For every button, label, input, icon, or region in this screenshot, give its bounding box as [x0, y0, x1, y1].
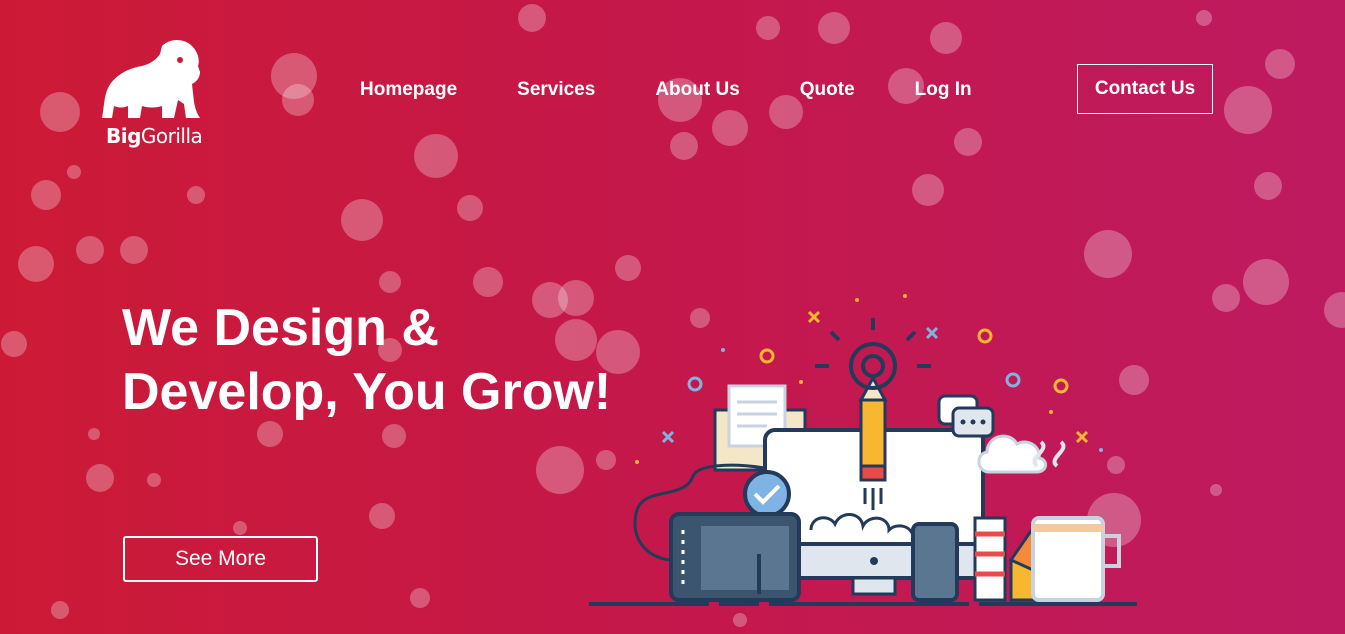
- bubble: [518, 4, 546, 32]
- bubble: [382, 424, 406, 448]
- bubble: [1224, 86, 1272, 134]
- bubble: [954, 128, 982, 156]
- nav-services[interactable]: Services: [517, 79, 595, 101]
- bubble: [818, 12, 850, 44]
- bubble: [88, 428, 100, 440]
- hero-title-line-1: We Design &: [122, 299, 439, 357]
- brand-name: BigGorilla: [106, 124, 203, 148]
- design-workspace-illustration: [585, 290, 1150, 610]
- bubble: [271, 53, 317, 99]
- pencil-icon: [858, 374, 888, 510]
- books-icon: [973, 516, 1007, 602]
- check-badge-icon: [743, 470, 791, 518]
- bubble: [414, 134, 458, 178]
- bubble: [1265, 49, 1295, 79]
- bubble: [410, 588, 430, 608]
- bubble: [76, 236, 104, 264]
- nav-homepage[interactable]: Homepage: [360, 79, 457, 101]
- bubble: [379, 271, 401, 293]
- drawing-tablet-icon: [669, 512, 801, 602]
- bubble: [1, 331, 27, 357]
- see-more-button[interactable]: See More: [123, 536, 318, 582]
- bubble: [733, 613, 747, 627]
- bubble: [18, 246, 54, 282]
- bubble: [756, 16, 780, 40]
- nav-log-in[interactable]: Log In: [915, 79, 972, 101]
- bubble: [615, 255, 641, 281]
- bubble: [86, 464, 114, 492]
- hero-title: We Design & Develop, You Grow!: [122, 296, 642, 424]
- bubble: [31, 180, 61, 210]
- bubble: [282, 84, 314, 116]
- lightbulb-icon: [815, 318, 931, 390]
- bubble: [1196, 10, 1212, 26]
- bubble: [233, 521, 247, 535]
- bubble: [40, 92, 80, 132]
- bubble: [1254, 172, 1282, 200]
- bubble: [457, 195, 483, 221]
- bubble: [1084, 230, 1132, 278]
- bubble: [473, 267, 503, 297]
- gorilla-icon: [102, 40, 200, 118]
- bubble: [670, 132, 698, 160]
- contact-us-button[interactable]: Contact Us: [1077, 64, 1213, 114]
- bubble: [187, 186, 205, 204]
- hero-title-line-2: Develop, You Grow!: [122, 363, 612, 421]
- bubble: [51, 601, 69, 619]
- bubble: [1324, 292, 1345, 328]
- brand-logo[interactable]: BigGorilla: [100, 36, 205, 151]
- bubble: [341, 199, 383, 241]
- bubble: [369, 503, 395, 529]
- bubble: [257, 421, 283, 447]
- bubble: [536, 446, 584, 494]
- nav-about-us[interactable]: About Us: [655, 79, 739, 101]
- bubble: [147, 473, 161, 487]
- bubble: [1210, 484, 1222, 496]
- bubble: [120, 236, 148, 264]
- bubble: [912, 174, 944, 206]
- nav-quote[interactable]: Quote: [800, 79, 855, 101]
- bubble: [930, 22, 962, 54]
- bubble: [1212, 284, 1240, 312]
- phone-icon: [911, 522, 959, 602]
- bubble: [67, 165, 81, 179]
- main-nav: Homepage Services About Us Quote Log In: [360, 64, 1032, 116]
- bubble: [1243, 259, 1289, 305]
